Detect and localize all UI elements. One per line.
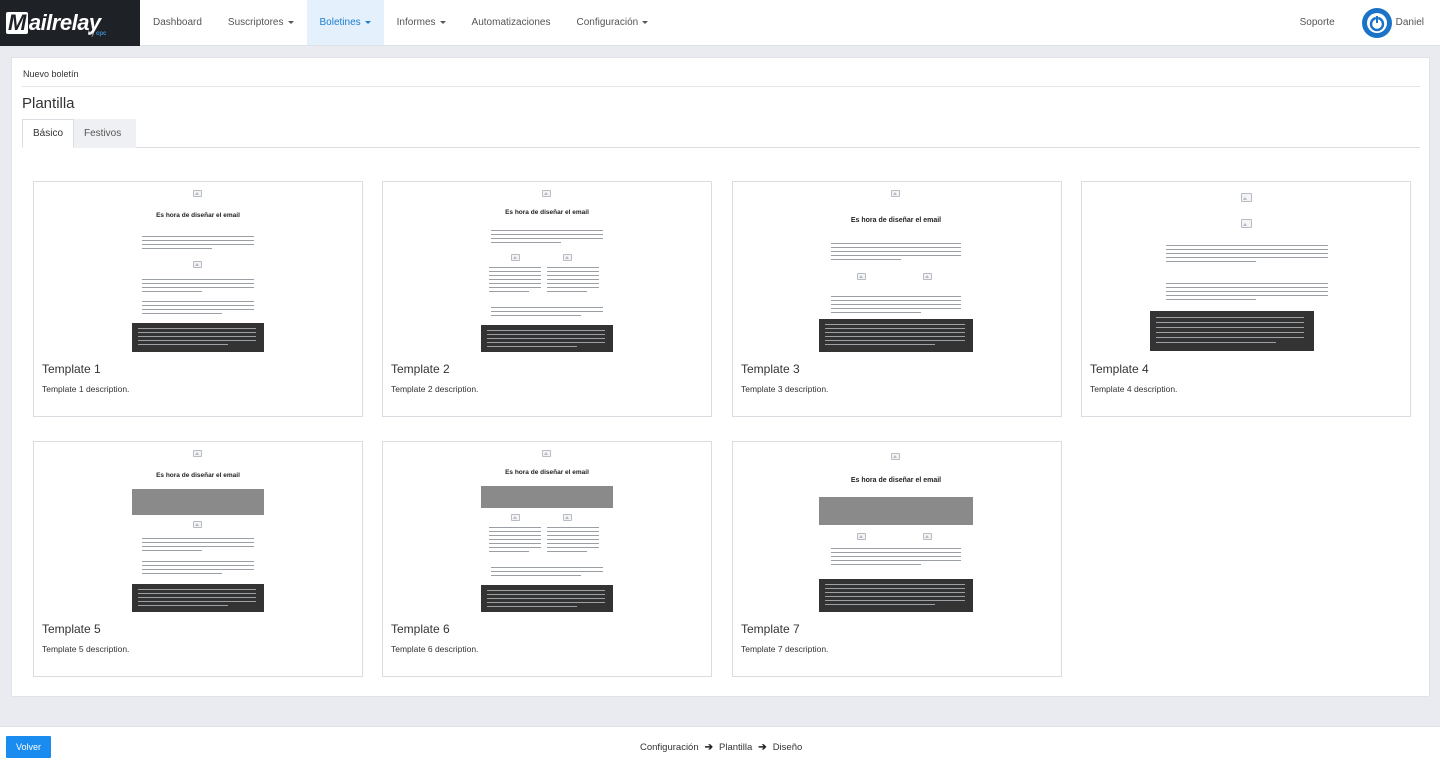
image-placeholder-icon bbox=[891, 453, 900, 460]
image-placeholder-icon bbox=[1241, 193, 1252, 202]
preview-heading: Es hora de diseñar el email bbox=[156, 472, 240, 479]
image-placeholder-icon bbox=[891, 190, 900, 197]
nav-boletines[interactable]: Boletines bbox=[306, 0, 384, 45]
image-placeholder-icon bbox=[511, 514, 520, 521]
template-description: Template 4 description. bbox=[1090, 384, 1178, 394]
tab-bar: Básico Festivos bbox=[22, 119, 1420, 148]
template-card-2[interactable]: Es hora de diseñar el email Template 2 T… bbox=[382, 181, 712, 417]
tab-festivos[interactable]: Festivos bbox=[74, 119, 136, 148]
image-placeholder-icon bbox=[923, 273, 932, 280]
nav-dashboard[interactable]: Dashboard bbox=[140, 0, 215, 45]
image-placeholder-icon bbox=[193, 190, 202, 197]
caret-down-icon bbox=[439, 21, 446, 24]
mailrelay-logo[interactable]: Mailrelay by cpc bbox=[0, 0, 140, 46]
image-placeholder-icon bbox=[857, 273, 866, 280]
arrow-right-icon: ➔ bbox=[758, 742, 767, 753]
image-placeholder-icon bbox=[923, 533, 932, 540]
main-panel: Nuevo boletín Plantilla Básico Festivos … bbox=[11, 57, 1430, 697]
nav-suscriptores[interactable]: Suscriptores bbox=[215, 0, 307, 45]
template-preview: Es hora de diseñar el email bbox=[132, 448, 264, 612]
wizard-steps: Configuración ➔ Plantilla ➔ Diseño bbox=[640, 742, 802, 753]
template-name: Template 5 bbox=[42, 622, 101, 636]
preview-heading: Es hora de diseñar el email bbox=[850, 477, 942, 484]
template-preview: Es hora de diseñar el email bbox=[819, 188, 973, 352]
template-card-6[interactable]: Es hora de diseñar el email Template 6 T… bbox=[382, 441, 712, 677]
wizard-footer: Volver Configuración ➔ Plantilla ➔ Diseñ… bbox=[0, 726, 1440, 764]
template-name: Template 2 bbox=[391, 362, 450, 376]
template-description: Template 7 description. bbox=[741, 644, 829, 654]
nav-informes[interactable]: Informes bbox=[384, 0, 459, 45]
step-diseno[interactable]: Diseño bbox=[773, 742, 803, 753]
template-description: Template 6 description. bbox=[391, 644, 479, 654]
template-name: Template 4 bbox=[1090, 362, 1149, 376]
image-placeholder-icon bbox=[542, 190, 551, 197]
nav-automatizaciones[interactable]: Automatizaciones bbox=[459, 0, 564, 45]
preview-heading: Es hora de diseñar el email bbox=[505, 209, 589, 216]
template-card-1[interactable]: Es hora de diseñar el email Template 1 T… bbox=[33, 181, 363, 417]
caret-down-icon bbox=[364, 21, 371, 24]
template-card-5[interactable]: Es hora de diseñar el email Template 5 T… bbox=[33, 441, 363, 677]
top-navbar: Mailrelay by cpc Dashboard Suscriptores … bbox=[0, 0, 1440, 46]
image-placeholder-icon bbox=[511, 254, 520, 261]
template-description: Template 5 description. bbox=[42, 644, 130, 654]
template-name: Template 3 bbox=[741, 362, 800, 376]
image-placeholder-icon bbox=[857, 533, 866, 540]
caret-down-icon bbox=[287, 21, 294, 24]
breadcrumb: Nuevo boletín bbox=[23, 69, 79, 79]
template-card-3[interactable]: Es hora de diseñar el email Template 3 T… bbox=[732, 181, 1062, 417]
tab-basico[interactable]: Básico bbox=[22, 119, 74, 148]
image-placeholder-icon bbox=[193, 450, 202, 457]
template-description: Template 2 description. bbox=[391, 384, 479, 394]
template-preview: Es hora de diseñar el email bbox=[481, 188, 613, 352]
image-placeholder-icon bbox=[193, 261, 202, 268]
support-link[interactable]: Soporte bbox=[1300, 17, 1335, 28]
arrow-right-icon: ➔ bbox=[704, 742, 714, 753]
caret-down-icon bbox=[642, 21, 649, 24]
image-placeholder-icon bbox=[563, 514, 572, 521]
template-preview: Es hora de diseñar el email bbox=[132, 188, 264, 352]
image-placeholder-icon bbox=[563, 254, 572, 261]
template-name: Template 7 bbox=[741, 622, 800, 636]
image-placeholder-icon bbox=[542, 450, 551, 457]
step-configuracion[interactable]: Configuración bbox=[640, 742, 699, 753]
preview-heading: Es hora de diseñar el email bbox=[505, 469, 589, 476]
user-power-icon[interactable] bbox=[1361, 7, 1392, 38]
preview-heading: Es hora de diseñar el email bbox=[850, 217, 942, 224]
template-card-4[interactable]: Template 4 Template 4 description. bbox=[1081, 181, 1411, 417]
template-card-7[interactable]: Es hora de diseñar el email Template 7 T… bbox=[732, 441, 1062, 677]
template-description: Template 3 description. bbox=[741, 384, 829, 394]
user-name[interactable]: Daniel bbox=[1396, 17, 1424, 28]
template-preview: Es hora de diseñar el email bbox=[481, 448, 613, 612]
template-name: Template 6 bbox=[391, 622, 450, 636]
template-description: Template 1 description. bbox=[42, 384, 130, 394]
image-placeholder-icon bbox=[1241, 219, 1252, 228]
template-preview bbox=[1150, 188, 1328, 352]
divider bbox=[22, 86, 1420, 87]
image-placeholder-icon bbox=[193, 521, 202, 528]
nav-configuracion[interactable]: Configuración bbox=[563, 0, 661, 45]
back-button[interactable]: Volver bbox=[6, 736, 51, 758]
page-title: Plantilla bbox=[22, 95, 75, 112]
template-name: Template 1 bbox=[42, 362, 101, 376]
step-plantilla[interactable]: Plantilla bbox=[719, 742, 752, 753]
preview-heading: Es hora de diseñar el email bbox=[156, 212, 240, 219]
template-preview: Es hora de diseñar el email bbox=[819, 448, 973, 612]
